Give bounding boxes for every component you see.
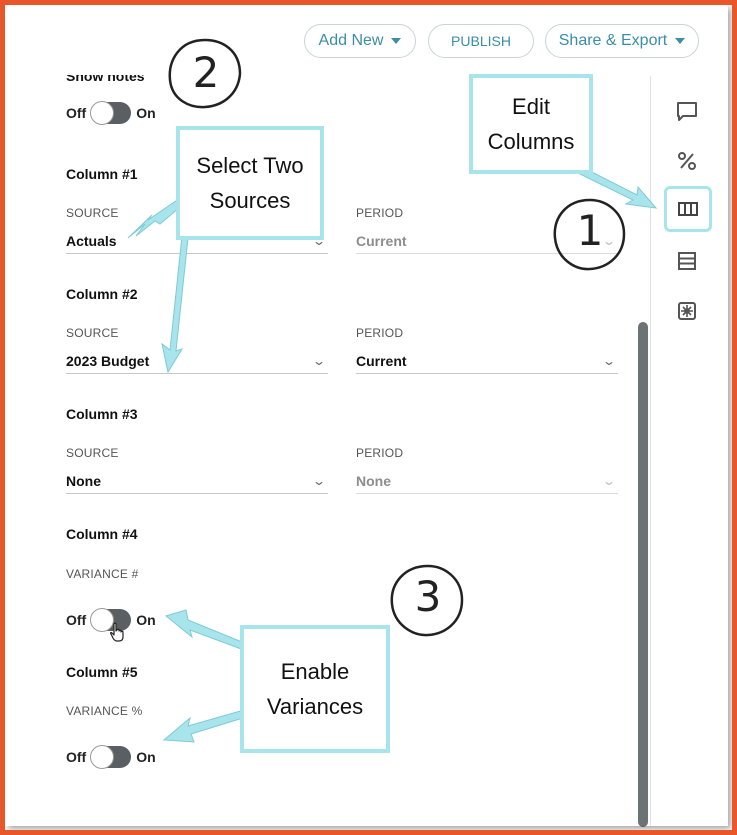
column-3-title: Column #3 <box>66 406 138 422</box>
step-3-number: 3 <box>414 572 442 621</box>
column-2-source-label: SOURCE <box>66 326 119 340</box>
column-5-variance-label: VARIANCE % <box>66 704 143 718</box>
column-5-title: Column #5 <box>66 664 138 680</box>
callout-text: Select Two Sources <box>196 153 304 213</box>
show-notes-toggle-row: Off On <box>66 101 156 125</box>
chevron-down-icon: ⌄ <box>601 474 617 488</box>
caret-down-icon <box>675 38 686 44</box>
settings-icon[interactable] <box>672 296 702 326</box>
callout-text: Edit Columns <box>487 94 575 154</box>
callout-enable-variances: Enable Variances <box>240 625 390 753</box>
step-2-number: 2 <box>192 48 220 97</box>
publish-button[interactable]: PUBLISH <box>428 24 534 58</box>
column-1-source-value: Actuals <box>66 233 117 249</box>
publish-label: PUBLISH <box>451 33 511 49</box>
column-2-title: Column #2 <box>66 286 138 302</box>
comment-icon[interactable] <box>672 96 702 126</box>
caret-down-icon <box>391 38 402 44</box>
chevron-down-icon: ⌄ <box>311 474 327 488</box>
column-2-period-value: Current <box>356 353 407 369</box>
column-2-source-select[interactable]: 2023 Budget ⌄ <box>66 349 328 374</box>
rows-icon[interactable] <box>672 246 702 276</box>
scrollbar-thumb[interactable] <box>638 322 648 827</box>
column-2-period-select[interactable]: Current ⌄ <box>356 349 618 374</box>
hand-cursor-icon <box>110 622 124 642</box>
share-export-label: Share & Export <box>558 32 668 49</box>
column-1-period-value: Current <box>356 233 407 249</box>
percent-icon[interactable] <box>672 146 702 176</box>
column-1-period-label: PERIOD <box>356 206 404 220</box>
column-3-period-value: None <box>356 473 391 489</box>
column-4-variance-label: VARIANCE # <box>66 567 139 581</box>
column-3-source-label: SOURCE <box>66 446 119 460</box>
callout-text: Enable Variances <box>266 659 364 719</box>
rail-divider <box>650 76 651 826</box>
columns-icon[interactable] <box>664 186 712 232</box>
callout-edit-columns: Edit Columns <box>469 74 593 174</box>
add-new-button[interactable]: Add New <box>304 24 416 58</box>
toggle-on-label: On <box>136 105 156 121</box>
column-3-source-value: None <box>66 473 101 489</box>
chevron-down-icon: ⌄ <box>311 354 327 368</box>
toggle-on-label: On <box>136 749 156 765</box>
chevron-down-icon: ⌄ <box>601 354 617 368</box>
column-1-source-label: SOURCE <box>66 206 119 220</box>
toggle-off-label: Off <box>66 749 87 765</box>
callout-select-two-sources: Select Two Sources <box>176 126 324 240</box>
column-2-period-label: PERIOD <box>356 326 404 340</box>
column-3-source-select[interactable]: None ⌄ <box>66 469 328 494</box>
add-new-label: Add New <box>318 32 384 49</box>
show-notes-toggle[interactable] <box>90 101 132 125</box>
column-5-toggle-row: Off On <box>66 745 156 769</box>
toggle-off-label: Off <box>66 105 87 121</box>
column-2-source-value: 2023 Budget <box>66 353 150 369</box>
variance-percent-toggle[interactable] <box>90 745 132 769</box>
column-4-title: Column #4 <box>66 526 138 542</box>
column-3-period-label: PERIOD <box>356 446 404 460</box>
toggle-off-label: Off <box>66 612 87 628</box>
toggle-on-label: On <box>136 612 156 628</box>
column-1-title: Column #1 <box>66 166 138 182</box>
toggle-knob <box>90 745 115 769</box>
toggle-knob <box>90 101 115 125</box>
step-1-number: 1 <box>576 206 604 255</box>
share-export-button[interactable]: Share & Export <box>545 24 699 58</box>
show-notes-title: Show notes <box>66 68 145 84</box>
column-3-period-select[interactable]: None ⌄ <box>356 469 618 494</box>
